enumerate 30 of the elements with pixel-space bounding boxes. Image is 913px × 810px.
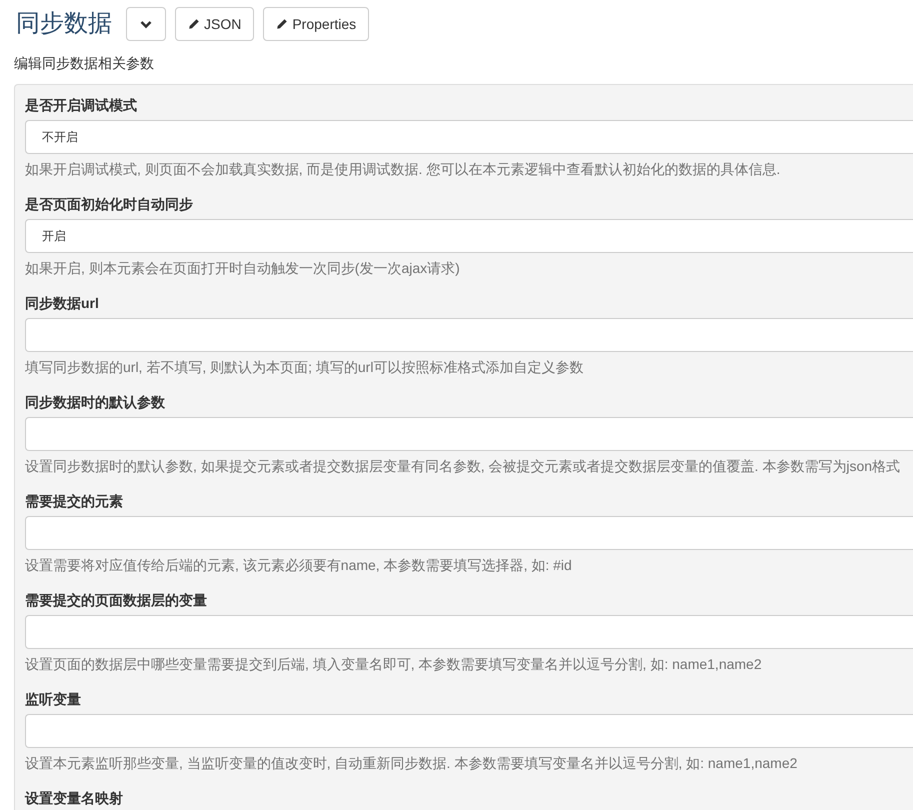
help-text: 如果开启调试模式, 则页面不会加载真实数据, 而是使用调试数据. 您可以在本元素逻辑中查看默认初始化的数据的具体信息. [25,160,782,179]
select-field[interactable]: 开启 [25,219,913,253]
field-label: 是否页面初始化时自动同步 [25,195,194,214]
input-field[interactable] [25,714,913,748]
help-text: 填写同步数据的url, 若不填写, 则默认为本页面; 填写的url可以按照标准格式添加自定义参数 [25,358,584,377]
help-text: 设置需要将对应值传给后端的元素, 该元素必须要有name, 本参数需要填写选择器, 如: #id [25,556,573,575]
field-label: 是否开启调试模式 [25,96,138,115]
help-text: 设置页面的数据层中哪些变量需要提交到后端, 填入变量名即可, 本参数需要填写变量名并以逗号分割, 如: name1,name2 [25,655,763,674]
field-label: 需要提交的页面数据层的变量 [25,591,208,610]
input-field[interactable] [25,417,913,451]
dropdown-button[interactable] [126,7,166,41]
select-field[interactable]: 不开启 [25,120,913,154]
page-title: 同步数据 [16,12,112,36]
field-label: 同步数据url [25,294,100,313]
field-label: 监听变量 [25,690,82,709]
input-field[interactable] [25,615,913,649]
pencil-icon [188,18,200,30]
input-field[interactable] [25,516,913,550]
edit-button[interactable]: JSON [175,7,254,41]
pencil-icon [276,18,288,30]
help-text: 设置本元素监听那些变量, 当监听变量的值改变时, 自动重新同步数据. 本参数需要填写变量名并以逗号分割, 如: name1,name2 [25,754,798,773]
input-field[interactable] [25,318,913,352]
section-description: 编辑同步数据相关参数 [13,54,155,73]
chevron-down-icon [140,20,152,28]
field-label: 设置变量名映射 [25,789,124,808]
field-label: 需要提交的元素 [25,492,124,511]
field-label: 同步数据时的默认参数 [25,393,166,412]
help-text: 设置同步数据时的默认参数, 如果提交元素或者提交数据层变量有同名参数, 会被提交元素或者提交数据层变量的值覆盖. 本参数需写为json格式 [25,457,902,476]
edit-button[interactable]: Properties [263,7,370,41]
help-text: 如果开启, 则本元素会在页面打开时自动触发一次同步(发一次ajax请求) [25,259,461,278]
